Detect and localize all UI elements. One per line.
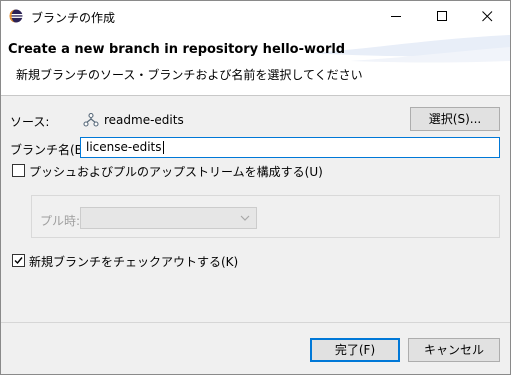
select-source-button[interactable]: 選択(S)...	[410, 107, 500, 131]
checkout-branch-checkbox[interactable]	[12, 254, 25, 267]
chevron-down-icon	[240, 215, 250, 221]
cancel-button[interactable]: キャンセル	[408, 338, 500, 362]
window-title: ブランチの作成	[31, 11, 116, 25]
close-button[interactable]	[464, 1, 510, 31]
branch-name-input[interactable]: license-edits	[80, 137, 500, 158]
checkmark-icon	[14, 257, 23, 265]
banner-description: 新規ブランチのソース・ブランチおよび名前を選択してください	[16, 68, 363, 82]
button-bar-separator	[1, 322, 510, 323]
text-caret	[162, 141, 164, 154]
source-label: ソース:	[10, 115, 50, 129]
pull-options-group: プル時:	[31, 195, 500, 238]
minimize-icon	[391, 16, 401, 17]
configure-upstream-checkbox[interactable]	[12, 164, 25, 177]
git-branch-icon	[83, 113, 99, 127]
close-icon	[482, 11, 493, 22]
minimize-button[interactable]	[373, 1, 419, 31]
branch-name-value: license-edits	[86, 140, 162, 154]
configure-upstream-label[interactable]: プッシュおよびプルのアップストリームを構成する(U)	[29, 163, 323, 180]
create-branch-dialog: ブランチの作成 Create a new branch in repositor…	[0, 0, 511, 375]
source-branch-value: readme-edits	[104, 113, 184, 127]
checkout-branch-label[interactable]: 新規ブランチをチェックアウトする(K)	[29, 253, 238, 270]
banner-decoration	[310, 35, 510, 63]
maximize-button[interactable]	[419, 1, 465, 31]
wizard-banner: Create a new branch in repository hello-…	[1, 31, 510, 96]
pull-strategy-combo[interactable]	[80, 207, 257, 229]
eclipse-icon	[9, 9, 23, 23]
banner-title: Create a new branch in repository hello-…	[8, 42, 346, 57]
maximize-icon	[437, 11, 447, 21]
pull-strategy-label: プル時:	[40, 214, 81, 228]
finish-button[interactable]: 完了(F)	[310, 338, 400, 362]
title-bar[interactable]: ブランチの作成	[1, 1, 510, 31]
